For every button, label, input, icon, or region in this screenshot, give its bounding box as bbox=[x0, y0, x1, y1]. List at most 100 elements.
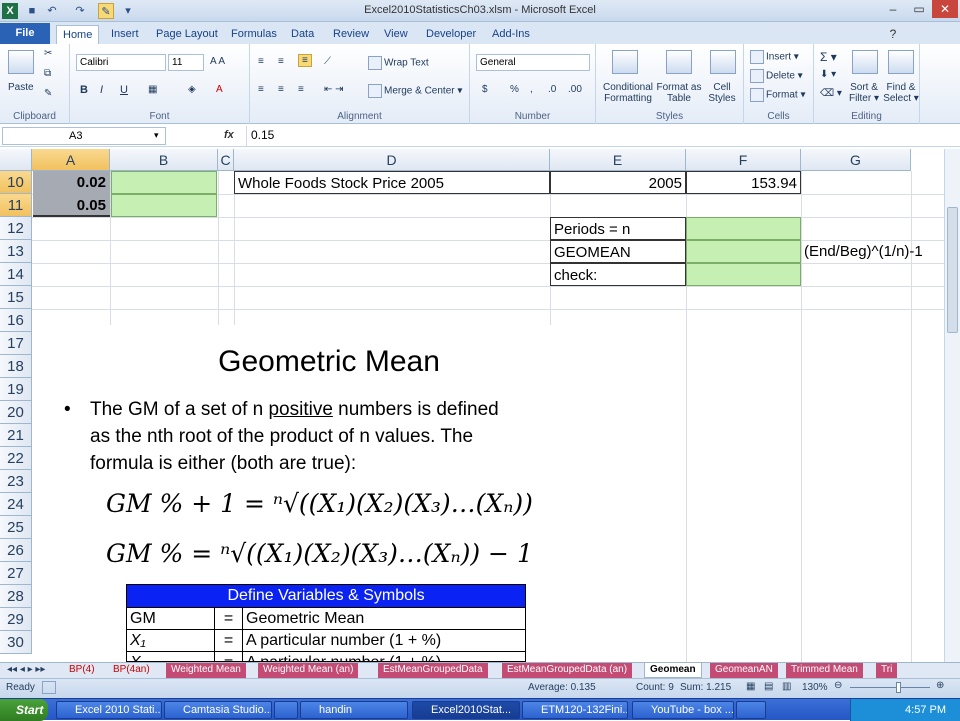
cell-b11[interactable] bbox=[111, 194, 217, 217]
column-header-e[interactable]: E bbox=[550, 149, 686, 171]
row-header-14[interactable]: 14 bbox=[0, 263, 32, 286]
page-break-view-icon[interactable]: ▥ bbox=[782, 681, 791, 692]
sheet-tab-bp4[interactable]: BP(4) bbox=[64, 663, 100, 678]
row-header-26[interactable]: 26 bbox=[0, 539, 32, 562]
row-header-29[interactable]: 29 bbox=[0, 608, 32, 631]
sheet-tab-trimmed-mean[interactable]: Trimmed Mean bbox=[786, 663, 863, 678]
align-right-icon[interactable]: ≡ bbox=[298, 84, 304, 95]
column-header-f[interactable]: F bbox=[686, 149, 801, 171]
column-header-d[interactable]: D bbox=[234, 149, 550, 171]
row-header-12[interactable]: 12 bbox=[0, 217, 32, 240]
font-color-icon[interactable]: A bbox=[216, 84, 223, 95]
minimize-icon[interactable]: – bbox=[880, 0, 906, 18]
cut-icon[interactable]: ✂ bbox=[44, 48, 52, 59]
zoom-out-icon[interactable]: ⊖ bbox=[834, 680, 842, 691]
sort-filter-icon[interactable] bbox=[852, 50, 878, 74]
column-header-a[interactable]: A bbox=[32, 149, 110, 171]
start-button[interactable]: Start bbox=[0, 699, 48, 721]
zoom-slider-thumb[interactable] bbox=[896, 682, 901, 693]
format-as-table-icon[interactable] bbox=[666, 50, 692, 74]
taskbar-extra[interactable] bbox=[736, 701, 766, 719]
zoom-in-icon[interactable]: ⊕ bbox=[936, 680, 944, 691]
comma-style-icon[interactable]: , bbox=[530, 84, 533, 95]
delete-cells-button[interactable]: Delete ▾ bbox=[750, 69, 803, 83]
zoom-slider[interactable] bbox=[850, 687, 930, 688]
align-center-icon[interactable]: ≡ bbox=[278, 84, 284, 95]
row-header-22[interactable]: 22 bbox=[0, 447, 32, 470]
sheet-tab-truncated[interactable]: Tri bbox=[876, 663, 898, 678]
page-layout-view-icon[interactable]: ▤ bbox=[764, 681, 773, 692]
row-header-15[interactable]: 15 bbox=[0, 286, 32, 309]
cell-e14[interactable]: check: bbox=[550, 263, 686, 286]
tab-page-layout[interactable]: Page Layout bbox=[150, 25, 224, 44]
taskbar-excel-active[interactable]: Excel2010Stat... bbox=[412, 701, 520, 719]
paste-icon[interactable] bbox=[8, 50, 34, 74]
align-top-icon[interactable]: ≡ bbox=[258, 56, 264, 67]
taskbar-youtube[interactable]: YouTube - box ... bbox=[632, 701, 734, 719]
percent-button[interactable]: % bbox=[510, 84, 519, 95]
grow-font-icon[interactable]: A A bbox=[210, 56, 225, 67]
format-cells-button[interactable]: Format ▾ bbox=[750, 88, 805, 102]
row-header-18[interactable]: 18 bbox=[0, 355, 32, 378]
tab-file[interactable]: File bbox=[0, 23, 50, 44]
borders-icon[interactable]: ▦ bbox=[148, 84, 157, 95]
cell-g13[interactable]: (End/Beg)^(1/n)-1 bbox=[803, 240, 943, 263]
sheet-tab-geomean[interactable]: Geomean bbox=[644, 663, 702, 678]
cell-e10[interactable]: 2005 bbox=[550, 171, 686, 194]
copy-icon[interactable]: ⧉ bbox=[44, 68, 51, 79]
zoom-level[interactable]: 130% bbox=[802, 682, 828, 693]
conditional-formatting-button[interactable]: Conditional Formatting bbox=[600, 82, 656, 104]
taskbar-handin[interactable]: handin bbox=[300, 701, 408, 719]
autosum-icon[interactable]: Σ ▾ bbox=[820, 50, 837, 64]
font-name-dropdown[interactable]: Calibri bbox=[76, 54, 166, 71]
row-header-20[interactable]: 20 bbox=[0, 401, 32, 424]
row-header-28[interactable]: 28 bbox=[0, 585, 32, 608]
tab-view[interactable]: View bbox=[378, 25, 414, 44]
select-all-corner[interactable] bbox=[0, 149, 32, 171]
row-header-23[interactable]: 23 bbox=[0, 470, 32, 493]
name-box-dropdown-icon[interactable]: ▾ bbox=[154, 130, 159, 141]
sheet-tab-weighted-mean[interactable]: Weighted Mean bbox=[166, 663, 246, 678]
tab-home[interactable]: Home bbox=[56, 25, 100, 44]
italic-button[interactable]: I bbox=[100, 84, 103, 96]
sheet-tab-geomean-an[interactable]: GeomeanAN bbox=[710, 663, 778, 678]
cell-f13[interactable] bbox=[686, 240, 801, 263]
cell-f10[interactable]: 153.94 bbox=[686, 171, 801, 194]
merge-center-button[interactable]: Merge & Center ▾ bbox=[368, 84, 462, 98]
indent-icon[interactable]: ⇤ ⇥ bbox=[324, 84, 344, 95]
column-header-c[interactable]: C bbox=[218, 149, 234, 171]
find-select-button[interactable]: Find & Select ▾ bbox=[882, 82, 920, 104]
maximize-icon[interactable]: ▭ bbox=[906, 0, 932, 18]
tab-developer[interactable]: Developer bbox=[420, 25, 482, 44]
taskbar-excel-stats[interactable]: Excel 2010 Stati... bbox=[56, 701, 162, 719]
cell-d10[interactable]: Whole Foods Stock Price 2005 bbox=[234, 171, 550, 194]
cell-styles-icon[interactable] bbox=[710, 50, 736, 74]
cell-f14[interactable] bbox=[686, 263, 801, 286]
column-header-g[interactable]: G bbox=[801, 149, 911, 171]
cell-e13[interactable]: GEOMEAN bbox=[550, 240, 686, 263]
format-painter-icon[interactable]: ✎ bbox=[44, 88, 52, 99]
conditional-formatting-icon[interactable] bbox=[612, 50, 638, 74]
row-header-27[interactable]: 27 bbox=[0, 562, 32, 585]
cell-a10[interactable]: 0.02 bbox=[33, 171, 110, 194]
format-as-table-button[interactable]: Format as Table bbox=[656, 82, 702, 104]
cell-b10[interactable] bbox=[111, 171, 217, 194]
vertical-scrollbar[interactable] bbox=[944, 149, 960, 662]
tab-insert[interactable]: Insert bbox=[105, 25, 145, 44]
macro-record-icon[interactable] bbox=[42, 681, 56, 694]
insert-function-button[interactable]: fx bbox=[224, 129, 234, 141]
find-select-icon[interactable] bbox=[888, 50, 914, 74]
increase-decimal-icon[interactable]: .0 bbox=[548, 84, 556, 95]
taskbar-notepad[interactable] bbox=[274, 701, 298, 719]
number-format-dropdown[interactable]: General bbox=[476, 54, 590, 71]
align-bottom-icon[interactable]: ≡ bbox=[298, 54, 312, 67]
fill-icon[interactable]: ⬇ ▾ bbox=[820, 69, 836, 80]
insert-cells-button[interactable]: Insert ▾ bbox=[750, 50, 799, 64]
cell-f12[interactable] bbox=[686, 217, 801, 240]
paste-button[interactable]: Paste bbox=[8, 82, 34, 93]
embedded-slide[interactable]: Geometric Mean • The GM of a set of n po… bbox=[36, 325, 630, 662]
column-header-b[interactable]: B bbox=[110, 149, 218, 171]
tab-review[interactable]: Review bbox=[327, 25, 375, 44]
sheet-nav-arrows-icon[interactable]: ◂◂ ◂ ▸ ▸▸ bbox=[2, 663, 50, 678]
help-icon[interactable]: ? bbox=[880, 25, 906, 43]
